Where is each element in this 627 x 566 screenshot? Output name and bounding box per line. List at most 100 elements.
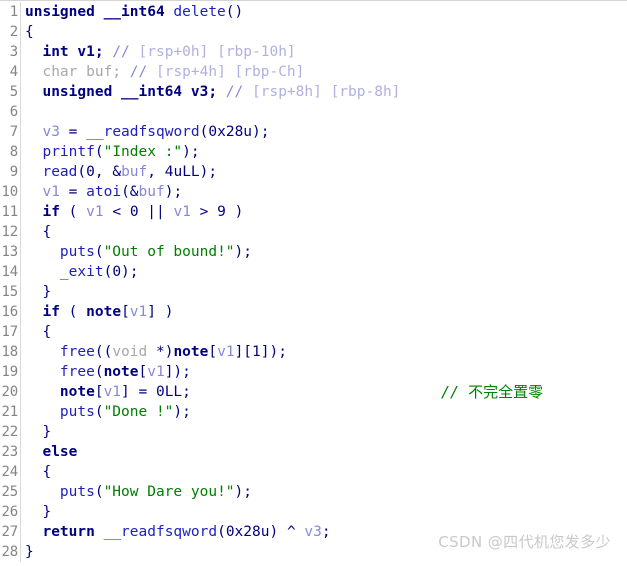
code-token-var: v1 bbox=[103, 384, 122, 400]
code-token-punc: ( bbox=[94, 244, 104, 260]
code-token-num: 0 bbox=[129, 204, 139, 220]
code-line[interactable]: 9 read(0, &buf, 4uLL); bbox=[0, 162, 627, 182]
code-line[interactable]: 10 v1 = atoi(&buf); bbox=[0, 182, 627, 202]
line-number: 16 bbox=[0, 302, 21, 322]
line-number: 14 bbox=[0, 262, 21, 282]
code-token-punc: ( bbox=[103, 264, 113, 280]
code-line-content[interactable]: if ( note[v1] ) bbox=[21, 302, 627, 322]
code-token-cmtx: [rsp+8h] [rbp-8h] bbox=[252, 84, 401, 100]
code-line[interactable]: 3 int v1; // [rsp+0h] [rbp-10h] bbox=[0, 42, 627, 62]
code-token-punc: < bbox=[103, 204, 130, 220]
code-line[interactable]: 17 { bbox=[0, 322, 627, 342]
code-viewer[interactable]: 1 unsigned __int64 delete() 2{3 int v1; //… bbox=[0, 0, 627, 566]
code-line[interactable]: 8 printf("Index :"); bbox=[0, 142, 627, 162]
code-line[interactable]: 24 { bbox=[0, 462, 627, 482]
code-line-content[interactable]: } bbox=[21, 282, 627, 302]
code-line-content[interactable]: read(0, &buf, 4uLL); bbox=[21, 162, 627, 182]
code-line[interactable]: 4 char buf; // [rsp+4h] [rbp-Ch] bbox=[0, 62, 627, 82]
code-token-punc: , & bbox=[94, 164, 122, 180]
code-line-content[interactable]: else bbox=[21, 442, 627, 462]
code-line-content[interactable]: _exit(0); bbox=[21, 262, 627, 282]
code-token-punc: } bbox=[42, 424, 52, 440]
code-line[interactable]: 18 free((void *)note[v1][1]); bbox=[0, 342, 627, 362]
code-token-num: 4uLL bbox=[164, 164, 200, 180]
code-token-punc: ( bbox=[77, 164, 87, 180]
code-line-content[interactable]: char buf; // [rsp+4h] [rbp-Ch] bbox=[21, 62, 627, 82]
code-listing[interactable]: 1 unsigned __int64 delete() 2{3 int v1; //… bbox=[0, 1, 627, 562]
code-token-fn: free bbox=[59, 344, 95, 360]
code-line-content[interactable]: unsigned __int64 delete() bbox=[21, 2, 627, 22]
comment-text: 不完全置零 bbox=[468, 383, 544, 401]
code-line[interactable]: 7 v3 = __readfsqword(0x28u); bbox=[0, 122, 627, 142]
code-line[interactable]: 20 note[v1] = 0LL; // 不完全置零 bbox=[0, 382, 627, 402]
code-token-fn: __readfsqword bbox=[86, 124, 200, 140]
code-line[interactable]: 6 bbox=[0, 102, 627, 122]
code-token-punc: ( bbox=[94, 144, 104, 160]
code-token-var: v1 bbox=[147, 364, 165, 380]
code-token-punc: } bbox=[42, 504, 52, 520]
code-line[interactable]: 13 puts("Out of bound!"); bbox=[0, 242, 627, 262]
code-line-content[interactable]: printf("Index :"); bbox=[21, 142, 627, 162]
line-number: 25 bbox=[0, 482, 21, 502]
code-line[interactable]: 21 puts("Done !"); bbox=[0, 402, 627, 422]
code-token-punc: , bbox=[147, 164, 165, 180]
code-line-content[interactable]: puts("Done !"); bbox=[21, 402, 627, 422]
code-token-punc: ); bbox=[252, 124, 270, 140]
line-number: 13 bbox=[0, 242, 21, 262]
code-line[interactable]: 26 } bbox=[0, 502, 627, 522]
code-line-content[interactable]: unsigned __int64 v3; // [rsp+8h] [rbp-8h… bbox=[21, 82, 627, 102]
code-line-content[interactable]: if ( v1 < 0 || v1 > 9 ) bbox=[21, 202, 627, 222]
code-token-punc: [ bbox=[94, 384, 104, 400]
code-line-content[interactable]: { bbox=[21, 222, 627, 242]
code-line-content[interactable]: free((void *)note[v1][1]); bbox=[21, 342, 627, 362]
line-number: 26 bbox=[0, 502, 21, 522]
code-line[interactable]: 2{ bbox=[0, 22, 627, 42]
code-line[interactable]: 15 } bbox=[0, 282, 627, 302]
code-line[interactable]: 1 unsigned __int64 delete() bbox=[0, 2, 627, 22]
code-line-content[interactable]: int v1; // [rsp+0h] [rbp-10h] bbox=[21, 42, 627, 62]
code-line-content[interactable]: } bbox=[21, 502, 627, 522]
code-line[interactable]: 5 unsigned __int64 v3; // [rsp+8h] [rbp-… bbox=[0, 82, 627, 102]
code-token-punc: { bbox=[42, 324, 52, 340]
code-line-content[interactable]: v1 = atoi(&buf); bbox=[21, 182, 627, 202]
code-token-sym: note bbox=[173, 344, 209, 360]
code-line[interactable]: 14 _exit(0); bbox=[0, 262, 627, 282]
code-line[interactable]: 16 if ( note[v1] ) bbox=[0, 302, 627, 322]
code-token-fn: delete bbox=[173, 4, 226, 20]
line-number: 3 bbox=[0, 42, 21, 62]
code-line[interactable]: 25 puts("How Dare you!"); bbox=[0, 482, 627, 502]
code-token-punc: ( bbox=[59, 204, 87, 220]
code-token-punc: ] = bbox=[121, 384, 156, 400]
code-line[interactable]: 11 if ( v1 < 0 || v1 > 9 ) bbox=[0, 202, 627, 222]
line-number: 9 bbox=[0, 162, 21, 182]
code-line-content[interactable]: { bbox=[21, 22, 627, 42]
code-line-content[interactable]: puts("Out of bound!"); bbox=[21, 242, 627, 262]
code-token-str: "Out of bound!" bbox=[103, 244, 235, 260]
line-number: 19 bbox=[0, 362, 21, 382]
code-line-content[interactable]: { bbox=[21, 322, 627, 342]
code-line-content[interactable]: { bbox=[21, 462, 627, 482]
code-line[interactable]: 23 else bbox=[0, 442, 627, 462]
line-number: 15 bbox=[0, 282, 21, 302]
code-line-content[interactable]: } bbox=[21, 422, 627, 442]
code-token-punc: ); bbox=[121, 264, 139, 280]
code-line[interactable]: 19 free(note[v1]); bbox=[0, 362, 627, 382]
code-line-content[interactable]: v3 = __readfsqword(0x28u); bbox=[21, 122, 627, 142]
code-token-fn: read bbox=[42, 164, 78, 180]
code-line[interactable]: 12 { bbox=[0, 222, 627, 242]
code-token-punc: { bbox=[42, 224, 52, 240]
code-line-content[interactable]: puts("How Dare you!"); bbox=[21, 482, 627, 502]
code-line-content[interactable]: note[v1] = 0LL; // 不完全置零 bbox=[21, 382, 627, 402]
code-line-content[interactable]: free(note[v1]); bbox=[21, 362, 627, 382]
code-token-punc: *) bbox=[147, 344, 174, 360]
code-line[interactable]: 22 } bbox=[0, 422, 627, 442]
code-token-kw: if bbox=[42, 204, 60, 220]
code-token-fn: free bbox=[59, 364, 95, 380]
